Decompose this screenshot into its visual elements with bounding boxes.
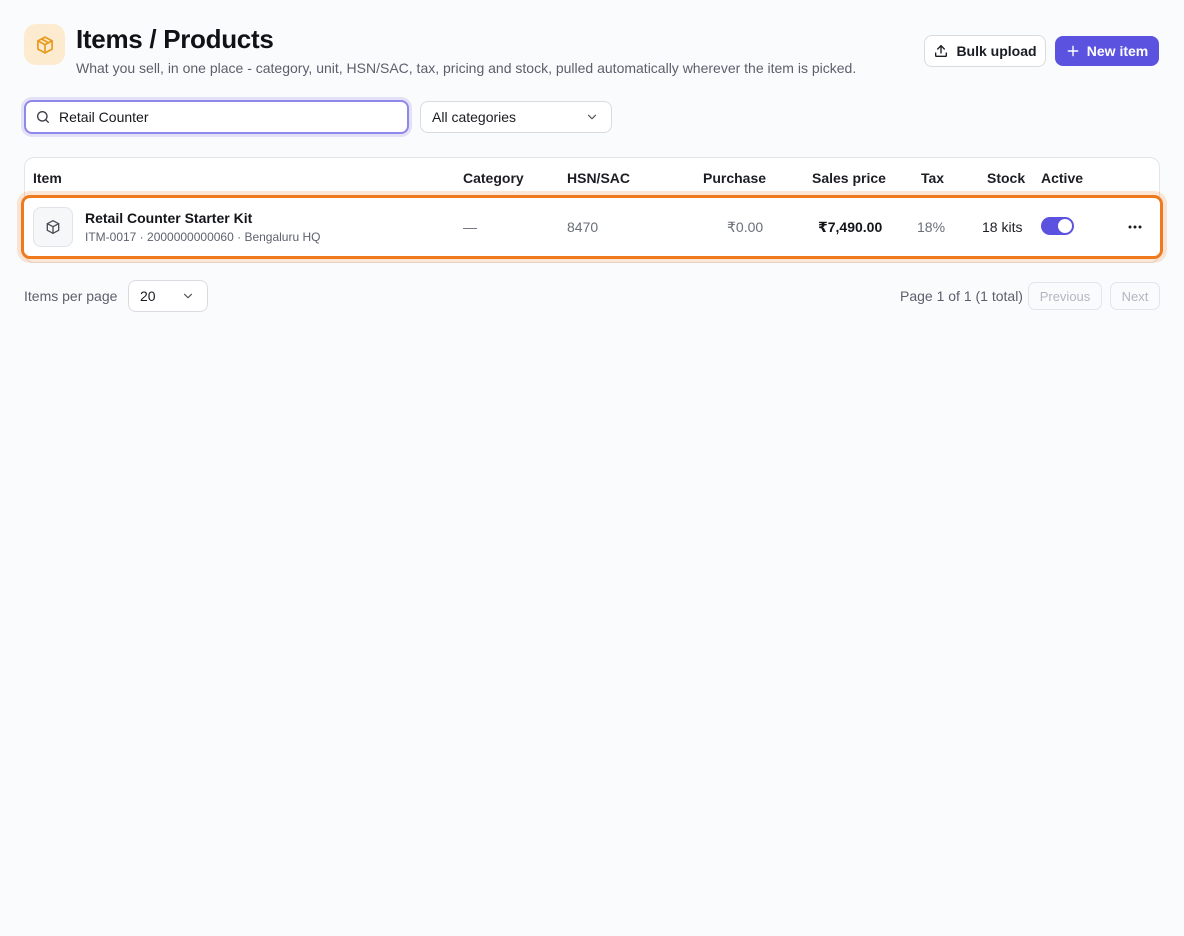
item-name[interactable]: Retail Counter Starter Kit [85, 210, 252, 226]
search-field[interactable] [24, 100, 409, 134]
chevron-down-icon [587, 114, 597, 120]
bulk-upload-button[interactable]: Bulk upload [924, 35, 1046, 67]
more-horizontal-icon [1128, 225, 1142, 229]
column-header-category[interactable]: Category [463, 170, 524, 186]
column-header-stock[interactable]: Stock [987, 170, 1025, 186]
category-select[interactable]: All categories [420, 101, 612, 133]
column-header-sales-price[interactable]: Sales price [812, 170, 886, 186]
column-header-active[interactable]: Active [1041, 170, 1083, 186]
column-header-item[interactable]: Item [33, 170, 62, 186]
per-page-label: Items per page [24, 288, 118, 304]
active-toggle[interactable] [1041, 217, 1074, 235]
item-thumbnail [33, 207, 73, 247]
cell-stock: 18 kits [982, 219, 1023, 235]
new-item-label: New item [1086, 43, 1149, 59]
column-header-hsn[interactable]: HSN/SAC [567, 170, 630, 186]
new-item-button[interactable]: New item [1055, 36, 1159, 66]
cell-purchase: ₹0.00 [727, 219, 764, 235]
box-icon [24, 24, 65, 65]
cell-tax: 18% [917, 219, 946, 235]
cell-sales-price: ₹7,490.00 [818, 219, 883, 235]
chevron-down-icon [183, 293, 193, 299]
item-meta: ITM-0017 · 2000000000060 · Bengaluru HQ [85, 230, 321, 244]
cell-hsn: 8470 [567, 219, 599, 235]
upload-icon [935, 45, 948, 57]
column-header-tax[interactable]: Tax [921, 170, 944, 186]
row-actions-button[interactable] [1124, 217, 1146, 237]
toggle-knob [1058, 219, 1072, 233]
previous-page-button[interactable]: Previous [1028, 282, 1102, 310]
next-page-button[interactable]: Next [1110, 282, 1160, 310]
page-title: Items / Products [76, 24, 274, 54]
page-subtitle: What you sell, in one place - category, … [76, 60, 857, 76]
page-info: Page 1 of 1 (1 total) [900, 288, 1023, 304]
box-icon [46, 220, 60, 234]
per-page-select[interactable]: 20 [128, 280, 208, 312]
plus-icon [1067, 45, 1079, 57]
search-input[interactable] [59, 109, 379, 125]
cell-category: — [463, 219, 477, 235]
search-icon [37, 111, 49, 123]
bulk-upload-label: Bulk upload [956, 43, 1037, 59]
per-page-value: 20 [140, 288, 156, 304]
category-select-value: All categories [432, 109, 517, 125]
column-header-purchase[interactable]: Purchase [703, 170, 766, 186]
